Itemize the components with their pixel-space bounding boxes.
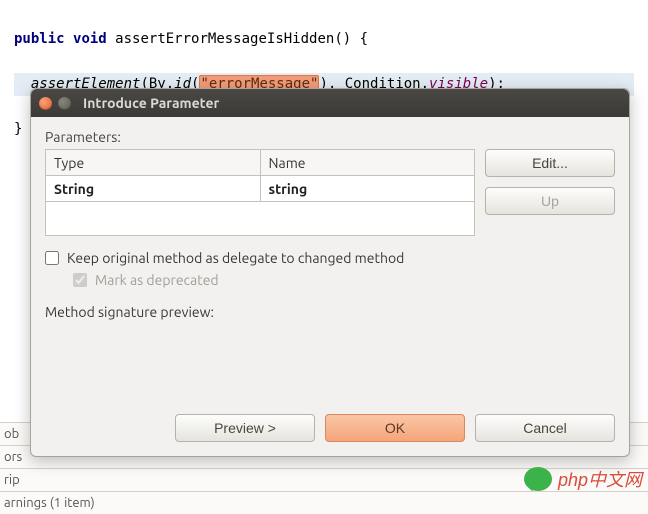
brace-close: } [14,121,22,137]
code-text: () { [334,31,368,47]
indent [14,76,31,92]
table-row-empty [46,202,475,236]
cell-type[interactable]: String [46,176,261,202]
table-row[interactable]: String string [46,176,475,202]
parameters-table[interactable]: Type Name String string [45,149,475,236]
preview-button[interactable]: Preview > [175,414,315,442]
keep-original-checkbox[interactable] [45,251,59,265]
mark-deprecated-checkbox-row: Mark as deprecated [73,272,615,288]
watermark-text: php中文网 [558,466,642,492]
cell-name[interactable]: string [260,176,475,202]
close-icon[interactable] [39,97,52,110]
col-header-name[interactable]: Name [260,150,475,176]
parameters-label: Parameters: [45,129,615,145]
signature-preview-label: Method signature preview: [45,304,615,320]
wechat-icon [524,467,552,491]
keep-original-checkbox-row[interactable]: Keep original method as delegate to chan… [45,250,615,266]
bg-row: arnings (1 item) [0,491,648,514]
keyword-public: public [14,31,65,47]
dialog-title: Introduce Parameter [83,95,219,111]
minimize-icon[interactable] [58,97,71,110]
watermark: php中文网 [524,466,642,492]
edit-button[interactable]: Edit... [485,149,615,177]
mark-deprecated-label: Mark as deprecated [95,272,219,288]
cancel-button[interactable]: Cancel [475,414,615,442]
mark-deprecated-checkbox [73,273,87,287]
method-name: assertErrorMessageIsHidden [115,31,334,47]
ok-button[interactable]: OK [325,414,465,442]
up-button[interactable]: Up [485,187,615,215]
dialog-titlebar[interactable]: Introduce Parameter [31,89,629,117]
introduce-parameter-dialog: Introduce Parameter Parameters: Type Nam… [30,88,630,457]
keyword-void: void [73,31,107,47]
col-header-type[interactable]: Type [46,150,261,176]
keep-original-label: Keep original method as delegate to chan… [67,250,404,266]
